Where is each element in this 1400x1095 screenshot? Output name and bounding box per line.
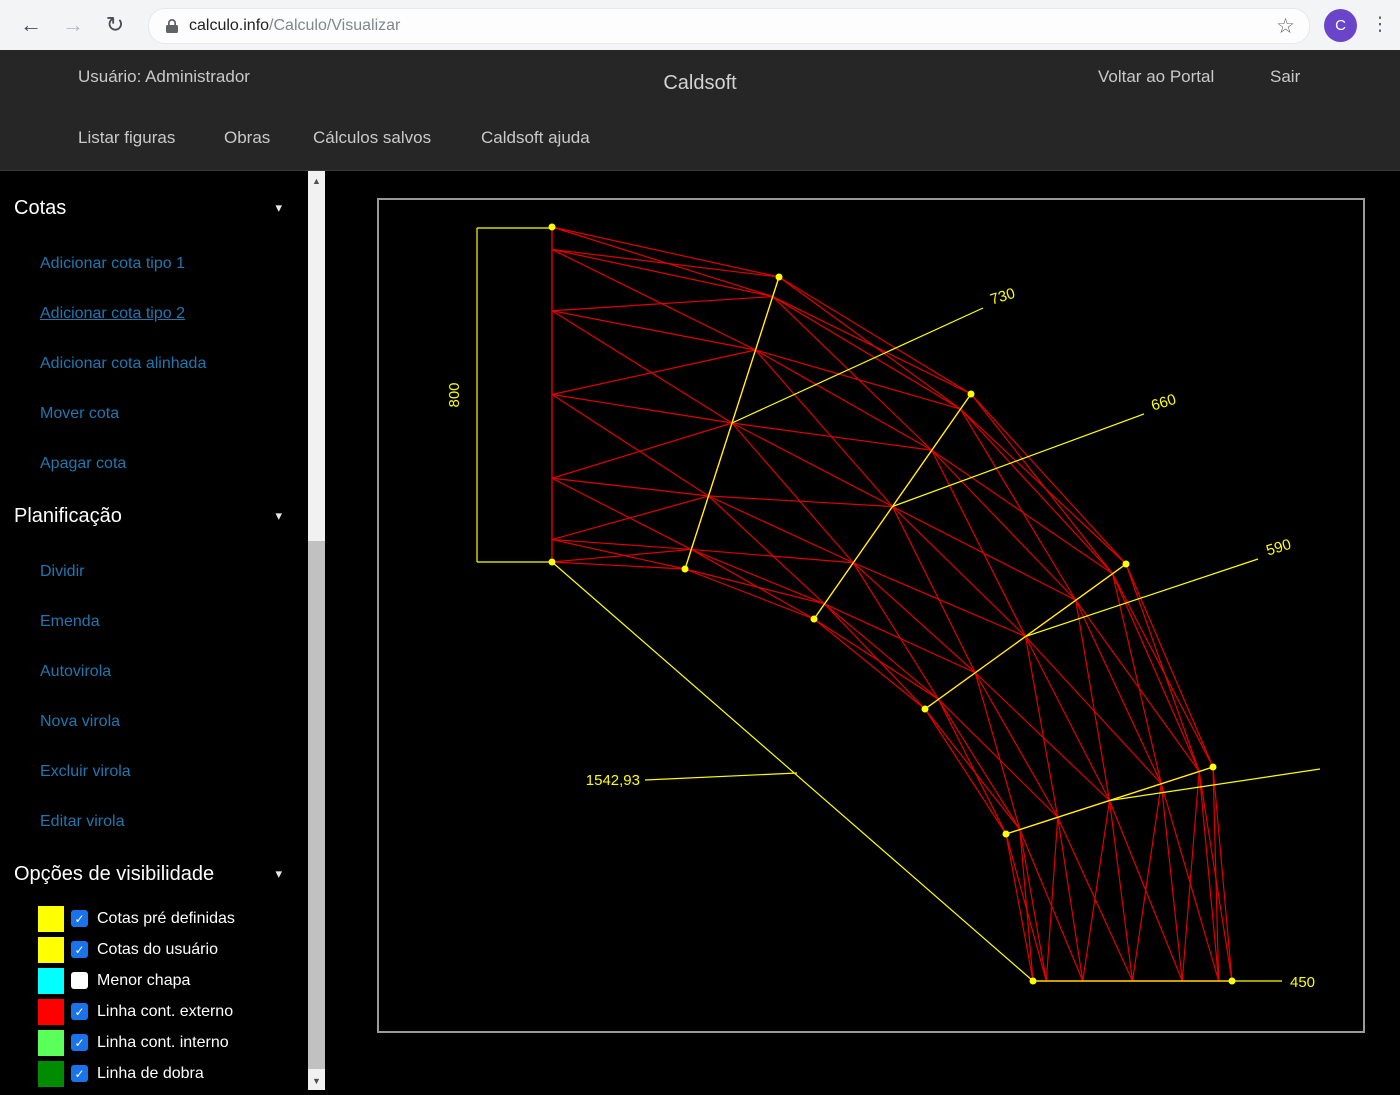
dim-label: 1542,93 <box>586 772 640 789</box>
visibility-option: ✓ Cotas do usuário <box>0 934 308 965</box>
section-opcoes-visibilidade: Opções de visibilidade ▾ <box>14 859 294 889</box>
chevron-down-icon[interactable]: ▾ <box>275 193 282 223</box>
check-icon: ✓ <box>74 912 84 926</box>
bookmark-star-icon[interactable]: ☆ <box>1276 14 1295 39</box>
color-swatch <box>38 1030 64 1056</box>
address-bar[interactable]: calculo.info/Calculo/Visualizar ☆ <box>148 8 1310 44</box>
chevron-down-icon[interactable]: ▾ <box>275 501 282 531</box>
dim-label: 730 <box>988 285 1017 309</box>
check-icon: ✓ <box>74 943 84 957</box>
dim-label: 660 <box>1149 391 1178 415</box>
color-swatch <box>38 999 64 1025</box>
sidebar-item-excluir-virola[interactable]: Excluir virola <box>0 747 308 797</box>
dim-node <box>922 706 929 713</box>
option-label: Linha de dobra <box>97 1065 204 1083</box>
nav-caldsoft-ajuda[interactable]: Caldsoft ajuda <box>481 128 590 148</box>
check-icon: ✓ <box>74 1067 84 1081</box>
visibility-option: ✓ Linha de dobra <box>0 1058 308 1089</box>
drawing-canvas[interactable]: 800 730 660 590 1542,93 450 <box>325 171 1400 1090</box>
check-icon: ✓ <box>74 1005 84 1019</box>
option-label: Linha cont. externo <box>97 1003 233 1021</box>
color-swatch <box>38 1061 64 1087</box>
browser-toolbar: ← → ↻ calculo.info/Calculo/Visualizar ☆ … <box>0 0 1400 51</box>
dim-node <box>682 566 689 573</box>
dimension-nodes <box>549 224 1236 985</box>
dim-node <box>1030 978 1037 985</box>
elbow-drawing: 800 730 660 590 1542,93 450 <box>325 171 1400 1090</box>
section-planificacao: Planificação ▾ <box>14 501 294 531</box>
logout-link[interactable]: Sair <box>1270 67 1300 87</box>
visibility-option: ✓ Cotas pré definidas <box>0 903 308 934</box>
page-content: Cotas ▾ Adicionar cota tipo 1 Adicionar … <box>0 170 1400 1089</box>
sidebar-item-adicionar-cota-tipo-1[interactable]: Adicionar cota tipo 1 <box>0 239 308 289</box>
checkbox-cotas-do-usuario[interactable]: ✓ <box>71 941 88 958</box>
section-title: Cotas <box>14 197 66 219</box>
option-label: Cotas do usuário <box>97 941 218 959</box>
dim-node <box>549 559 556 566</box>
dim-node <box>811 616 818 623</box>
browser-menu-icon[interactable]: ⋮ <box>1366 13 1394 36</box>
checkbox-linha-cont-externo[interactable]: ✓ <box>71 1003 88 1020</box>
forward-icon[interactable]: → <box>57 9 89 41</box>
color-swatch <box>38 906 64 932</box>
app-title: Caldsoft <box>663 72 736 95</box>
dim-node <box>1229 978 1236 985</box>
dim-label: 450 <box>1290 974 1315 991</box>
option-label: Cotas pré definidas <box>97 910 235 928</box>
scrollbar-thumb[interactable] <box>308 541 325 1069</box>
dim-node <box>1210 764 1217 771</box>
check-icon: ✓ <box>74 1036 84 1050</box>
sidebar-item-dividir[interactable]: Dividir <box>0 547 308 597</box>
app-header: Usuário: Administrador Caldsoft Voltar a… <box>0 50 1400 170</box>
scroll-up-icon[interactable]: ▲ <box>308 172 325 189</box>
url-text: calculo.info/Calculo/Visualizar <box>189 17 400 35</box>
user-label: Usuário: Administrador <box>78 67 250 87</box>
dim-label: 590 <box>1264 536 1293 560</box>
visibility-option: ✓ Menor chapa <box>0 965 308 996</box>
checkbox-linha-de-dobra[interactable]: ✓ <box>71 1065 88 1082</box>
mesh-lines <box>552 227 1232 981</box>
sidebar-item-nova-virola[interactable]: Nova virola <box>0 697 308 747</box>
checkbox-cotas-pre-definidas[interactable]: ✓ <box>71 910 88 927</box>
canvas-frame <box>378 199 1364 1032</box>
section-cotas: Cotas ▾ <box>14 193 294 223</box>
sidebar-item-emenda[interactable]: Emenda <box>0 597 308 647</box>
dim-node <box>776 274 783 281</box>
sidebar-scrollbar[interactable]: ▲ ▼ <box>308 171 325 1090</box>
color-swatch <box>38 968 64 994</box>
url-host: calculo.info <box>189 17 269 34</box>
sidebar-item-adicionar-cota-tipo-2[interactable]: Adicionar cota tipo 2 <box>0 289 308 339</box>
option-label: Menor chapa <box>97 972 190 990</box>
dim-node <box>549 224 556 231</box>
back-icon[interactable]: ← <box>15 9 47 41</box>
profile-avatar[interactable]: C <box>1324 9 1357 42</box>
portal-link[interactable]: Voltar ao Portal <box>1098 67 1214 87</box>
visibility-option: ✓ Linha cont. interno <box>0 1027 308 1058</box>
sidebar-item-autovirola[interactable]: Autovirola <box>0 647 308 697</box>
dim-node <box>1003 831 1010 838</box>
sidebar-item-editar-virola[interactable]: Editar virola <box>0 797 308 847</box>
tools-sidebar: Cotas ▾ Adicionar cota tipo 1 Adicionar … <box>0 171 308 1090</box>
checkbox-linha-cont-interno[interactable]: ✓ <box>71 1034 88 1051</box>
scroll-down-icon[interactable]: ▼ <box>308 1072 325 1089</box>
chevron-down-icon[interactable]: ▾ <box>275 859 282 889</box>
visibility-option: ✓ Linha cont. externo <box>0 996 308 1027</box>
refresh-icon[interactable]: ↻ <box>99 9 131 41</box>
nav-calculos-salvos[interactable]: Cálculos salvos <box>313 128 431 148</box>
section-title: Planificação <box>14 505 122 527</box>
nav-obras[interactable]: Obras <box>224 128 270 148</box>
url-path: /Calculo/Visualizar <box>269 17 400 34</box>
sidebar-item-apagar-cota[interactable]: Apagar cota <box>0 439 308 489</box>
checkbox-menor-chapa[interactable]: ✓ <box>71 972 88 989</box>
dim-node <box>1123 561 1130 568</box>
lock-icon <box>165 18 179 34</box>
nav-listar-figuras[interactable]: Listar figuras <box>78 128 175 148</box>
sidebar-item-adicionar-cota-alinhada[interactable]: Adicionar cota alinhada <box>0 339 308 389</box>
dim-node <box>968 391 975 398</box>
dim-label: 800 <box>446 382 463 407</box>
section-title: Opções de visibilidade <box>14 863 214 885</box>
sidebar-item-mover-cota[interactable]: Mover cota <box>0 389 308 439</box>
color-swatch <box>38 937 64 963</box>
option-label: Linha cont. interno <box>97 1034 229 1052</box>
